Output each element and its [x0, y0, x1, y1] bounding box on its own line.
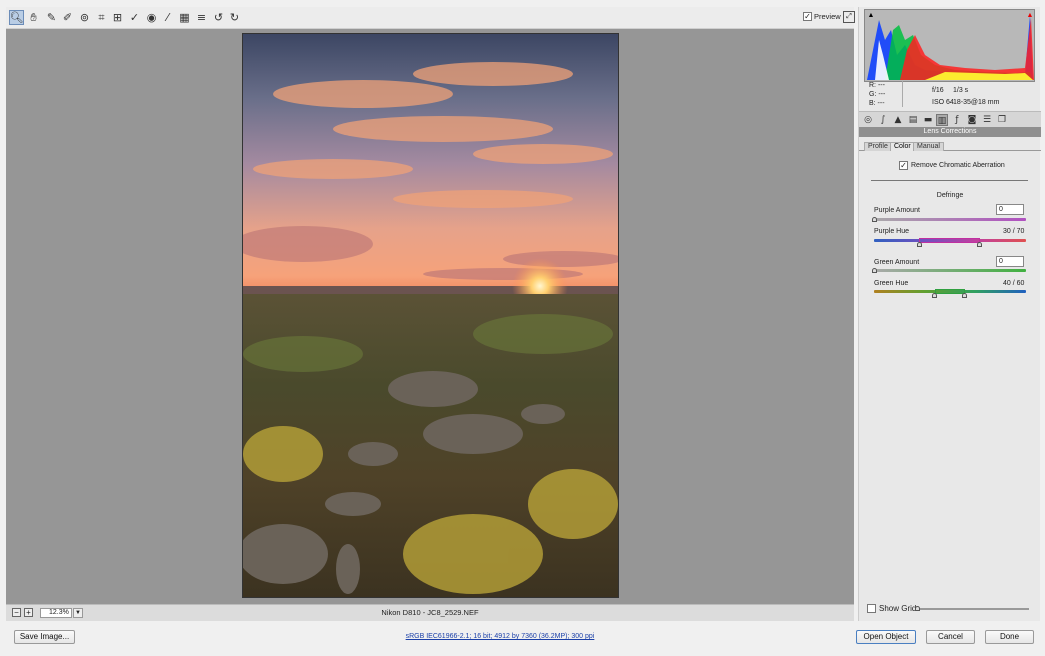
- done-button[interactable]: Done: [985, 630, 1034, 644]
- lens-tabs: Profile Color Manual: [859, 141, 1041, 151]
- purple-hue-low-thumb[interactable]: [917, 242, 922, 247]
- fullscreen-icon[interactable]: ⤢: [843, 11, 855, 23]
- remove-ca-row[interactable]: ✓ Remove Chromatic Aberration: [899, 161, 1005, 170]
- lens-corrections-icon[interactable]: ▥: [936, 114, 948, 126]
- purple-amount-slider[interactable]: [874, 218, 1026, 221]
- preview-photo: [242, 33, 619, 598]
- purple-hue-label: Purple Hue: [874, 228, 910, 235]
- histogram: ▲ ▲: [864, 9, 1035, 82]
- graduated-filter-tool-icon[interactable]: ▦: [177, 10, 192, 25]
- preferences-tool-icon[interactable]: ≡: [194, 10, 209, 25]
- grid-size-thumb[interactable]: [915, 606, 920, 611]
- spot-removal-tool-icon[interactable]: ✓: [127, 10, 142, 25]
- landscape-image: [243, 34, 618, 597]
- preview-label: Preview: [814, 12, 841, 21]
- basic-icon[interactable]: ◎: [862, 114, 874, 126]
- show-grid-label: Show Grid: [879, 604, 917, 613]
- divider: [871, 180, 1028, 181]
- green-hue-range: [935, 289, 965, 294]
- exposure-right: 1/3 s 18-35@18 mm: [953, 85, 999, 109]
- purple-hue-range: [919, 238, 980, 243]
- green-amount-thumb[interactable]: [872, 268, 877, 273]
- camera-raw-window: 🔍︎ ✋︎ ✎ ✐ ⊚ ⌗ ⊞ ✓ ◉ ⁄ ▦ ≡ ↺ ↻ ✓ Preview …: [0, 0, 1045, 656]
- green-readout: G: ---: [869, 91, 886, 98]
- green-hue-value: 40 / 60: [1003, 280, 1025, 287]
- green-hue-low-thumb[interactable]: [932, 293, 937, 298]
- show-grid-checkbox[interactable]: [867, 604, 876, 613]
- exposure-left: f/16 ISO 64: [932, 85, 954, 109]
- camera-calibration-icon[interactable]: ◙: [966, 114, 978, 126]
- purple-amount-field[interactable]: 0: [996, 204, 1024, 215]
- footer: Save Image... sRGB IEC61966-2.1; 16 bit;…: [0, 621, 1045, 656]
- grid-size-slider[interactable]: [916, 608, 1029, 610]
- settings-panel: ▲ ▲ R: --- G: --- B: --- f/16 ISO 64 1/3…: [858, 7, 1041, 621]
- preview-toggle[interactable]: ✓ Preview: [803, 12, 841, 21]
- targeted-adjustment-tool-icon[interactable]: ⊚: [77, 10, 92, 25]
- zoom-tool-icon[interactable]: 🔍︎: [9, 10, 24, 25]
- purple-amount-thumb[interactable]: [872, 217, 877, 222]
- green-hue-high-thumb[interactable]: [962, 293, 967, 298]
- file-name: Nikon D810 - JC8_2529.NEF: [381, 608, 479, 617]
- show-grid-toggle[interactable]: Show Grid: [867, 604, 916, 613]
- remove-ca-label: Remove Chromatic Aberration: [911, 162, 1005, 169]
- remove-ca-checkbox[interactable]: ✓: [899, 161, 908, 170]
- histogram-graph: [867, 15, 1034, 80]
- green-hue-label: Green Hue: [874, 280, 909, 287]
- highlight-clipping-icon[interactable]: ▲: [1026, 12, 1034, 20]
- rotate-left-icon[interactable]: ↺: [211, 10, 226, 25]
- hsl-icon[interactable]: ▤: [907, 114, 919, 126]
- detail-icon[interactable]: ▲: [892, 114, 904, 126]
- status-bar: − + 12.3% ▼ Nikon D810 - JC8_2529.NEF: [6, 604, 854, 621]
- crop-tool-icon[interactable]: ⌗: [94, 10, 109, 25]
- tab-color[interactable]: Color: [890, 142, 915, 151]
- snapshots-icon[interactable]: ❐: [996, 114, 1008, 126]
- green-amount-field[interactable]: 0: [996, 256, 1024, 267]
- tone-curve-icon[interactable]: ∫: [877, 114, 889, 126]
- white-balance-tool-icon[interactable]: ✎: [44, 10, 59, 25]
- straighten-tool-icon[interactable]: ⊞: [110, 10, 125, 25]
- red-eye-tool-icon[interactable]: ◉: [144, 10, 159, 25]
- defringe-title: Defringe: [936, 192, 964, 199]
- purple-amount-label: Purple Amount: [874, 207, 920, 214]
- shadow-clipping-icon[interactable]: ▲: [867, 12, 875, 20]
- hand-tool-icon[interactable]: ✋︎: [26, 10, 41, 25]
- aperture: f/16: [932, 87, 944, 94]
- split-toning-icon[interactable]: ▬: [922, 114, 934, 126]
- tab-profile[interactable]: Profile: [864, 142, 892, 151]
- effects-icon[interactable]: ƒ: [951, 114, 963, 126]
- purple-hue-high-thumb[interactable]: [977, 242, 982, 247]
- green-amount-label: Green Amount: [874, 259, 920, 266]
- rgb-readout: R: --- G: --- B: ---: [869, 81, 885, 108]
- readout-divider: [902, 81, 903, 107]
- section-title: Lens Corrections: [859, 127, 1041, 137]
- cancel-button[interactable]: Cancel: [926, 630, 975, 644]
- tab-manual[interactable]: Manual: [913, 142, 944, 151]
- toolbar: 🔍︎ ✋︎ ✎ ✐ ⊚ ⌗ ⊞ ✓ ◉ ⁄ ▦ ≡ ↺ ↻ ✓ Preview …: [6, 7, 855, 29]
- color-sampler-tool-icon[interactable]: ✐: [60, 10, 75, 25]
- green-amount-slider[interactable]: [874, 269, 1026, 272]
- blue-readout: B: ---: [869, 100, 885, 107]
- adjustment-brush-tool-icon[interactable]: ⁄: [160, 10, 175, 25]
- shutter-speed: 1/3 s: [953, 87, 969, 94]
- red-readout: R: ---: [869, 82, 885, 89]
- purple-hue-value: 30 / 70: [1003, 228, 1025, 235]
- panel-tabs: ◎ ∫ ▲ ▤ ▬ ▥ ƒ ◙ ☰ ❐: [859, 111, 1041, 127]
- presets-icon[interactable]: ☰: [981, 114, 993, 126]
- iso: ISO 64: [932, 99, 954, 106]
- grid-row: Show Grid: [859, 601, 1041, 617]
- workflow-options-link[interactable]: sRGB IEC61966-2.1; 16 bit; 4912 by 7360 …: [0, 633, 1000, 640]
- rotate-right-icon[interactable]: ↻: [227, 10, 242, 25]
- preview-checkbox[interactable]: ✓: [803, 12, 812, 21]
- open-object-button[interactable]: Open Object: [856, 630, 916, 644]
- lens-focal: 18-35@18 mm: [953, 99, 1000, 106]
